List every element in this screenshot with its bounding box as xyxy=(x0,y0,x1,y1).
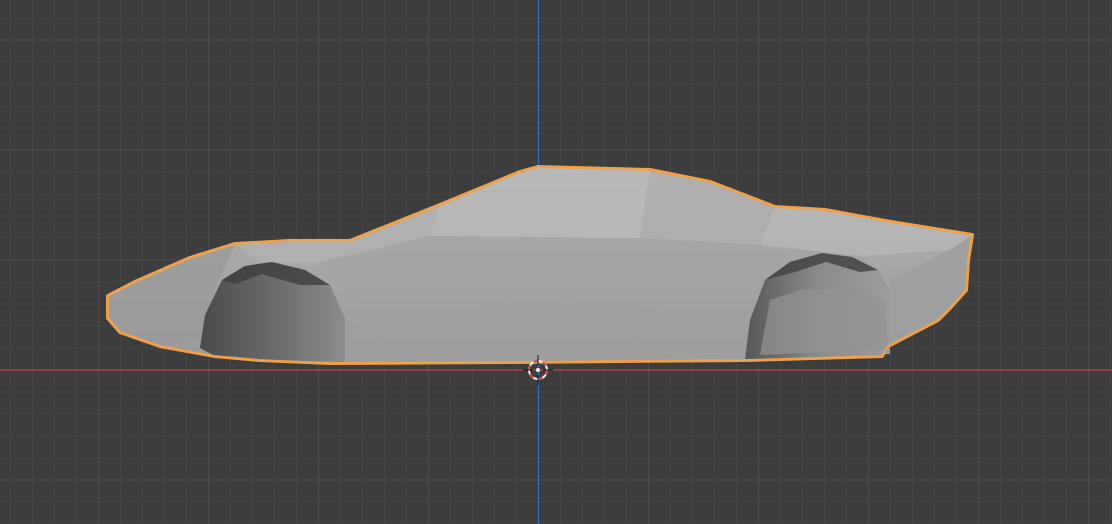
rear-arch-interior xyxy=(760,288,888,355)
viewport-canvas[interactable] xyxy=(0,0,1112,524)
3d-viewport[interactable] xyxy=(0,0,1112,524)
origin-dot xyxy=(536,368,540,372)
roof-facet xyxy=(430,167,650,238)
car-body-object[interactable] xyxy=(106,165,974,365)
